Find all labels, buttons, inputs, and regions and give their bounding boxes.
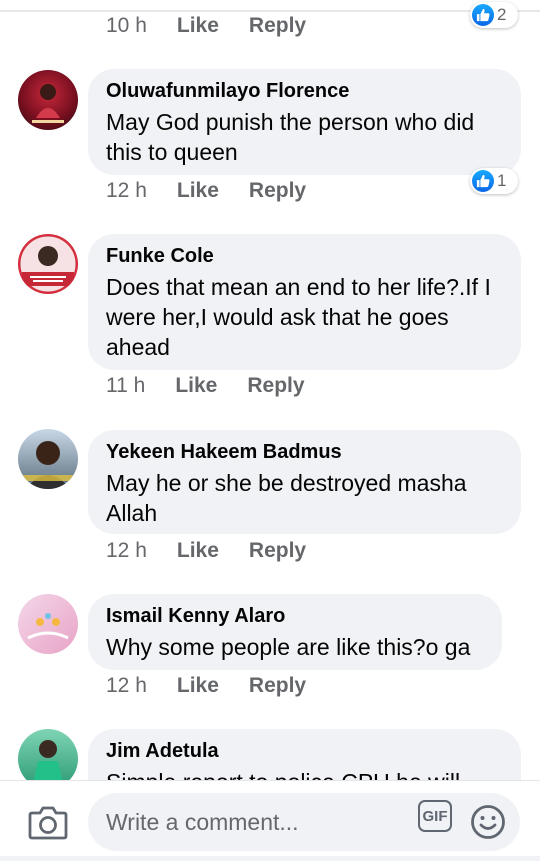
reaction-number: 2 [497, 5, 507, 24]
comment-time: 12 h [106, 674, 147, 697]
comment-text-line: were her,I would ask that he goes [106, 304, 449, 330]
reaction-count[interactable]: 1 [470, 168, 518, 194]
comment-author[interactable]: Funke Cole [106, 244, 503, 268]
reaction-number: 1 [497, 171, 507, 190]
like-button[interactable]: Like [177, 179, 219, 203]
comment-actions: 10 h Like Reply [106, 14, 306, 38]
reply-button[interactable]: Reply [247, 374, 304, 398]
comment-bubble: Ismail Kenny Alaro Why some people are l… [88, 594, 502, 670]
comment-text-line: Does that mean an end to her life?.If I [106, 274, 491, 300]
comment-time: 11 h [106, 374, 146, 397]
reaction-count[interactable]: 2 [470, 2, 518, 28]
smiley-icon[interactable] [470, 804, 506, 840]
avatar[interactable] [18, 429, 78, 489]
comment-text-line: this to queen [106, 139, 238, 165]
comment-actions: 12 h Like Reply [106, 179, 306, 203]
avatar[interactable] [18, 594, 78, 654]
comment-actions: 11 h Like Reply [106, 374, 305, 398]
reply-button[interactable]: Reply [249, 674, 306, 698]
like-button[interactable]: Like [177, 14, 219, 38]
comment-author[interactable]: Oluwafunmilayo Florence [106, 79, 503, 103]
comment-composer: Write a comment... [0, 780, 540, 861]
comment-time: 12 h [106, 539, 147, 562]
thumbs-up-icon [472, 170, 494, 192]
bottom-edge [0, 856, 540, 861]
comment-text-line: ahead [106, 334, 170, 360]
comment-author[interactable]: Yekeen Hakeem Badmus [106, 440, 503, 464]
reply-button[interactable]: Reply [249, 14, 306, 38]
top-divider [0, 10, 540, 12]
avatar[interactable] [18, 234, 78, 294]
comment-text-line: Why some people are like this?o ga [106, 634, 471, 660]
avatar[interactable] [18, 70, 78, 130]
reply-button[interactable]: Reply [249, 179, 306, 203]
comment-author[interactable]: Ismail Kenny Alaro [106, 604, 484, 628]
comment-actions: 12 h Like Reply [106, 674, 306, 698]
comment-time: 12 h [106, 179, 147, 202]
comment-time: 10 h [106, 14, 147, 37]
like-button[interactable]: Like [175, 374, 217, 398]
comment-text-line: May God punish the person who did [106, 109, 475, 135]
comment-bubble: Oluwafunmilayo Florence May God punish t… [88, 69, 521, 175]
comment-bubble: Yekeen Hakeem Badmus May he or she be de… [88, 430, 521, 534]
comment-text-line: Allah [106, 500, 158, 526]
comment-bubble: Funke Cole Does that mean an end to her … [88, 234, 521, 370]
comment-author[interactable]: Jim Adetula [106, 739, 503, 763]
like-button[interactable]: Like [177, 539, 219, 563]
gif-icon[interactable]: GIF [418, 800, 452, 832]
camera-icon[interactable] [28, 803, 68, 841]
comment-actions: 12 h Like Reply [106, 539, 306, 563]
comment-input-placeholder: Write a comment... [106, 809, 299, 835]
thumbs-up-icon [472, 4, 494, 26]
comment-text-line: May he or she be destroyed masha [106, 470, 467, 496]
like-button[interactable]: Like [177, 674, 219, 698]
comment-input[interactable]: Write a comment... [88, 793, 520, 851]
reply-button[interactable]: Reply [249, 539, 306, 563]
